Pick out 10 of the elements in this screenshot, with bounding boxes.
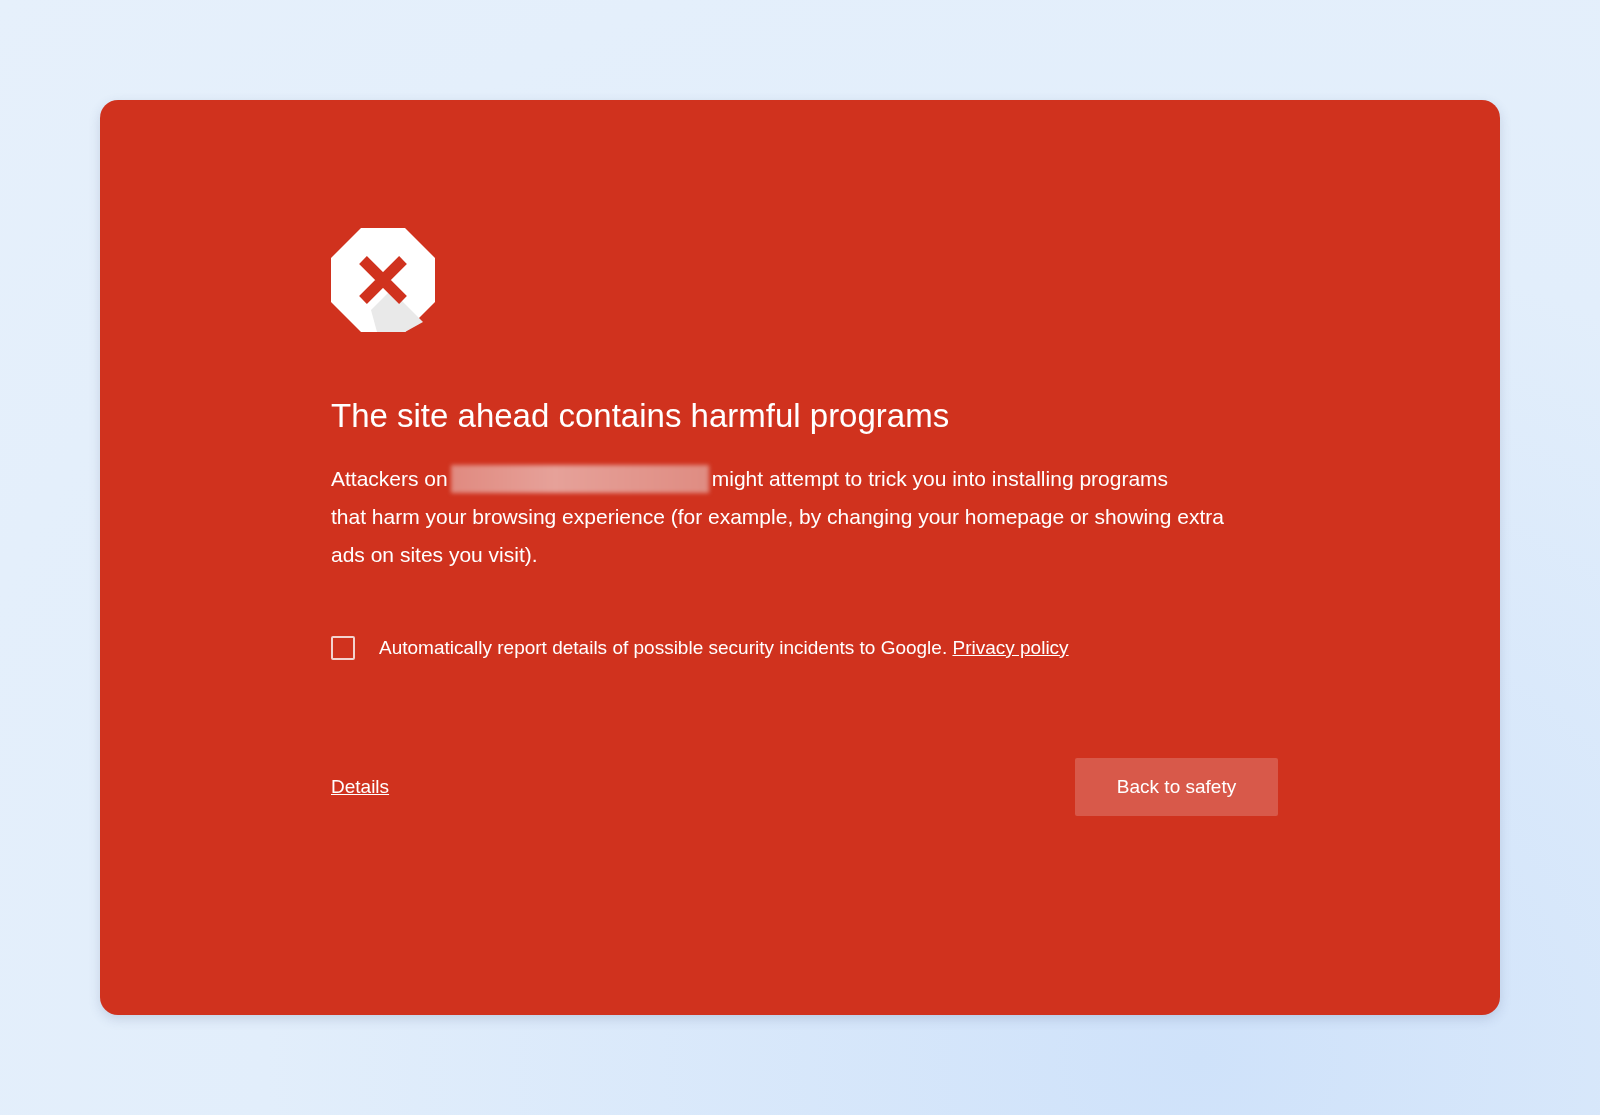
privacy-policy-link[interactable]: Privacy policy (952, 637, 1069, 658)
error-x-icon (331, 228, 435, 332)
body-text: that harm your browsing experience (for example, by changing your homepage or showing extra ads on sites you visit). (331, 504, 1225, 568)
warning-title: The site ahead contains harmful programs (331, 396, 951, 436)
details-link[interactable]: Details (331, 776, 390, 798)
report-checkbox[interactable] (331, 636, 355, 660)
back-to-safety-button[interactable]: Back to safety (1075, 758, 1278, 816)
report-label: Automatically report details of possible security incidents to Google. (379, 637, 948, 658)
body-text: might attempt to trick you into installing programs (711, 466, 1169, 492)
body-text: Attackers on (331, 466, 448, 492)
